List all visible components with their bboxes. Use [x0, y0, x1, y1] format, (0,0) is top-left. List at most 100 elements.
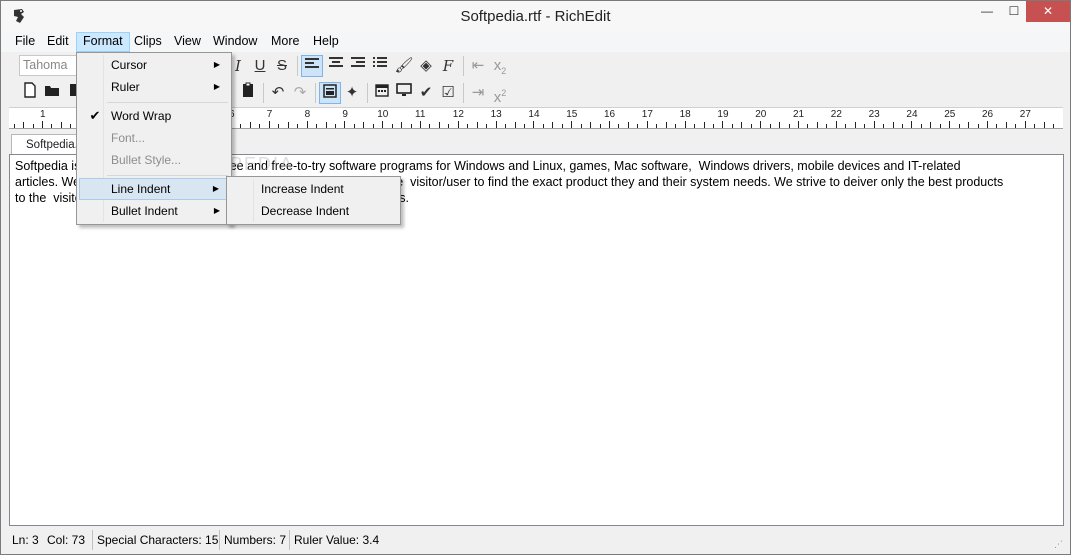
ruler-tick	[618, 124, 620, 128]
superscript-icon[interactable]: x2	[489, 82, 511, 106]
ruler-tick	[363, 122, 365, 128]
submenu-arrow-icon: ▶	[212, 184, 219, 193]
ruler-tick	[580, 124, 582, 128]
minimize-button[interactable]: —	[973, 1, 1001, 22]
close-button[interactable]: ✕	[1026, 1, 1070, 22]
menu-item-line-indent[interactable]: Line Indent ▶	[79, 178, 229, 200]
undo-icon[interactable]: ↶	[267, 82, 289, 104]
ruler-tick	[13, 124, 15, 128]
ruler-tick	[694, 124, 696, 128]
menu-help[interactable]: Help	[307, 32, 345, 52]
ruler-number: 26	[982, 109, 994, 120]
ruler-number: 16	[604, 109, 616, 120]
ruler-tick	[268, 121, 270, 128]
menu-bar: File Edit Format Clips View Window More …	[1, 31, 1070, 52]
ruler-tick	[495, 121, 497, 128]
menu-item-label: Word Wrap	[111, 109, 172, 123]
redo-icon[interactable]: ↷	[289, 82, 311, 104]
status-column: Col: 73	[47, 533, 86, 547]
ruler-number: 21	[793, 109, 805, 120]
paste-icon[interactable]	[237, 82, 259, 104]
ruler-tick	[722, 121, 724, 128]
menu-window[interactable]: Window	[207, 32, 263, 52]
menu-item-bullet-indent[interactable]: Bullet Indent ▶	[79, 200, 229, 222]
ruler-tick	[646, 121, 648, 128]
fill-color-icon[interactable]: ◈	[415, 55, 437, 77]
ruler-number: 19	[717, 109, 729, 120]
menu-format[interactable]: Format	[76, 32, 130, 52]
menu-item-word-wrap[interactable]: ✔ Word Wrap	[79, 105, 229, 127]
menu-more[interactable]: More	[265, 32, 305, 52]
ruler-tick	[1034, 124, 1036, 128]
bullet-list-icon[interactable]	[369, 55, 391, 77]
align-right-icon[interactable]	[347, 55, 369, 77]
strikethrough-icon[interactable]: S	[271, 55, 293, 77]
monitor-icon[interactable]	[393, 82, 415, 104]
submenu-arrow-icon: ▶	[213, 60, 220, 69]
ruler-tick	[769, 124, 771, 128]
status-separator	[219, 530, 220, 550]
ruler-tick	[1015, 124, 1017, 128]
ruler-number: 22	[830, 109, 842, 120]
maximize-button[interactable]: ☐	[1000, 1, 1028, 22]
ruler-tick	[609, 121, 610, 128]
ruler-tick	[467, 124, 469, 128]
ruler-number: 13	[490, 109, 502, 120]
format-painter-icon[interactable]: 🖌	[393, 55, 415, 77]
ruler-tick	[523, 124, 525, 128]
ruler-tick	[911, 121, 913, 128]
ruler-tick	[410, 124, 412, 128]
open-folder-icon[interactable]	[41, 82, 63, 104]
menu-file[interactable]: File	[9, 32, 41, 52]
ruler-tick	[968, 122, 970, 128]
ruler-number: 15	[566, 109, 578, 120]
ruler-tick	[996, 124, 998, 128]
align-center-icon[interactable]	[325, 55, 347, 77]
outdent-icon[interactable]: ⇤	[467, 55, 489, 77]
subscript-icon[interactable]: x2	[489, 55, 511, 77]
menu-item-cursor[interactable]: Cursor ▶	[79, 54, 229, 76]
align-left-icon[interactable]	[301, 55, 323, 77]
menu-item-label: Cursor	[111, 58, 148, 72]
menu-item-font[interactable]: Font...	[79, 127, 229, 149]
ruler-tick	[240, 124, 242, 128]
toolbar-separator	[263, 83, 264, 103]
app-window: Softpedia.rtf - RichEdit — ☐ ✕ File Edit…	[0, 0, 1071, 555]
indent-icon[interactable]: ⇥	[467, 82, 489, 104]
calendar-icon[interactable]	[371, 82, 393, 104]
new-document-icon[interactable]	[19, 82, 41, 104]
ruler-number: 7	[266, 109, 273, 120]
menu-item-decrease-indent[interactable]: Decrease Indent	[229, 200, 399, 222]
ruler-number: 1	[40, 109, 46, 120]
page-layout-icon[interactable]	[319, 82, 341, 104]
pin-icon[interactable]: ✦	[341, 82, 363, 104]
title-bar[interactable]: Softpedia.rtf - RichEdit — ☐ ✕	[1, 1, 1070, 31]
underline-icon[interactable]: U	[249, 55, 271, 77]
menu-view[interactable]: View	[168, 32, 207, 52]
ruler-tick	[684, 121, 686, 128]
menu-item-ruler[interactable]: Ruler ▶	[79, 76, 229, 98]
ruler-number: 24	[906, 109, 918, 120]
menu-clips[interactable]: Clips	[128, 32, 168, 52]
ruler-tick	[987, 121, 988, 128]
resize-grip-icon[interactable]: ⋰	[1054, 539, 1066, 551]
menu-item-increase-indent[interactable]: Increase Indent	[229, 178, 399, 200]
checkbox-icon[interactable]: ☑	[437, 82, 459, 104]
ruler-tick	[505, 124, 507, 128]
font-style-icon[interactable]: F	[437, 55, 459, 77]
toolbar-separator	[297, 56, 298, 76]
menu-item-label: Line Indent	[111, 182, 171, 196]
menu-item-bullet-style[interactable]: Bullet Style...	[79, 149, 229, 171]
menu-edit[interactable]: Edit	[41, 32, 75, 52]
ruler-number: 14	[528, 109, 540, 120]
ruler-tick	[731, 124, 733, 128]
status-separator	[289, 530, 290, 550]
ruler-tick	[939, 124, 941, 128]
ruler-tick	[70, 124, 72, 128]
ruler-tick	[599, 124, 601, 128]
ruler-number: 11	[415, 109, 426, 120]
ruler-tick	[873, 121, 875, 128]
checkmark-icon[interactable]: ✔	[415, 82, 437, 104]
ruler-tick	[391, 124, 393, 128]
ruler-tick	[864, 124, 866, 128]
